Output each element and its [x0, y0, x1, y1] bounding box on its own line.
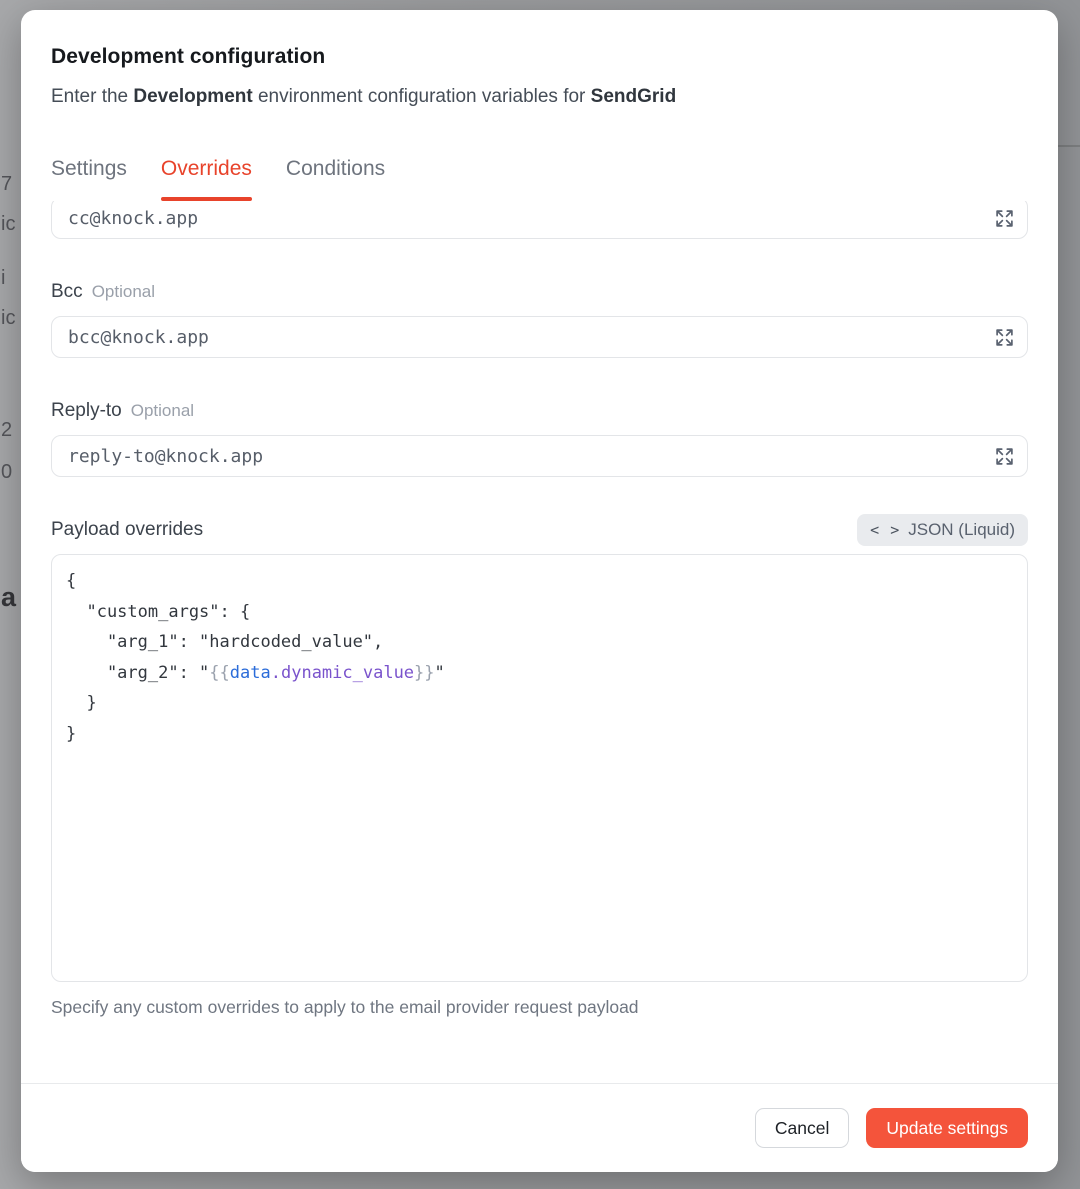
- code-brackets-icon: < >: [870, 521, 900, 539]
- expand-icon: [995, 328, 1014, 347]
- json-liquid-badge-label: JSON (Liquid): [908, 520, 1015, 540]
- modal-footer: Cancel Update settings: [21, 1083, 1058, 1172]
- payload-overrides-header-row: Payload overrides < > JSON (Liquid): [51, 514, 1028, 546]
- code-line: {: [66, 566, 1013, 597]
- modal-title: Development configuration: [51, 44, 1028, 70]
- json-liquid-badge: < > JSON (Liquid): [857, 514, 1028, 546]
- cc-field-container: [51, 201, 1028, 239]
- reply-to-label-row: Reply-to Optional: [51, 400, 1028, 422]
- tab-settings-label: Settings: [51, 156, 127, 181]
- bcc-field-container: [51, 316, 1028, 358]
- payload-overrides-label: Payload overrides: [51, 519, 203, 541]
- subtitle-environment-name: Development: [133, 86, 252, 107]
- liquid-variable-property: dynamic_value: [281, 663, 414, 683]
- tab-conditions-label: Conditions: [286, 156, 385, 181]
- code-token: "arg_2": ": [66, 663, 209, 683]
- backdrop-text-fragment: 7: [1, 174, 21, 194]
- liquid-variable-object: data: [230, 663, 271, 683]
- backdrop-text-fragment: a: [1, 584, 21, 611]
- subtitle-prefix: Enter the: [51, 86, 133, 107]
- code-token: ": [435, 663, 445, 683]
- liquid-open-braces: {{: [209, 663, 229, 683]
- bcc-label: Bcc: [51, 281, 83, 303]
- overrides-tab-content: Bcc Optional Reply-to Optional: [21, 201, 1058, 1079]
- payload-overrides-helper-text: Specify any custom overrides to apply to…: [51, 996, 1028, 1018]
- bcc-expand-button[interactable]: [993, 326, 1015, 348]
- backdrop-text-fragment: 2: [1, 420, 21, 440]
- liquid-close-braces: }}: [414, 663, 434, 683]
- reply-to-field-container: [51, 435, 1028, 477]
- cc-input[interactable]: [52, 201, 1027, 238]
- backdrop-divider-fragment: [1058, 145, 1080, 147]
- cc-expand-button[interactable]: [993, 207, 1015, 229]
- modal-subtitle: Enter the Development environment config…: [51, 84, 1028, 110]
- payload-overrides-code-editor[interactable]: { "custom_args": { "arg_1": "hardcoded_v…: [51, 554, 1028, 982]
- tab-overrides-label: Overrides: [161, 156, 252, 181]
- subtitle-middle: environment configuration variables for: [253, 86, 591, 107]
- tab-bar: Settings Overrides Conditions: [51, 156, 1028, 201]
- backdrop-text-fragment: ic: [1, 308, 21, 328]
- expand-icon: [995, 447, 1014, 466]
- backdrop-text-fragment: 0: [1, 462, 21, 482]
- tab-settings[interactable]: Settings: [51, 156, 127, 201]
- code-line: "arg_1": "hardcoded_value",: [66, 627, 1013, 658]
- reply-to-optional-tag: Optional: [131, 401, 194, 421]
- cancel-button[interactable]: Cancel: [755, 1108, 849, 1148]
- code-line: "arg_2": "{{data.dynamic_value}}": [66, 658, 1013, 689]
- liquid-dot: .: [271, 663, 281, 683]
- bcc-label-row: Bcc Optional: [51, 281, 1028, 303]
- reply-to-input[interactable]: [52, 436, 1027, 476]
- modal-header: Development configuration Enter the Deve…: [21, 10, 1058, 201]
- bcc-input[interactable]: [52, 317, 1027, 357]
- tab-overrides[interactable]: Overrides: [161, 156, 252, 201]
- reply-to-expand-button[interactable]: [993, 445, 1015, 467]
- backdrop-text-fragment: i: [1, 268, 21, 288]
- subtitle-provider-name: SendGrid: [591, 86, 677, 107]
- reply-to-label: Reply-to: [51, 400, 122, 422]
- tab-conditions[interactable]: Conditions: [286, 156, 385, 201]
- code-line: "custom_args": {: [66, 597, 1013, 628]
- development-configuration-modal: Development configuration Enter the Deve…: [21, 10, 1058, 1172]
- update-settings-button[interactable]: Update settings: [866, 1108, 1028, 1148]
- expand-icon: [995, 209, 1014, 228]
- code-line: }: [66, 688, 1013, 719]
- backdrop-text-fragment: ic: [1, 214, 21, 234]
- bcc-optional-tag: Optional: [92, 282, 155, 302]
- code-line: }: [66, 719, 1013, 750]
